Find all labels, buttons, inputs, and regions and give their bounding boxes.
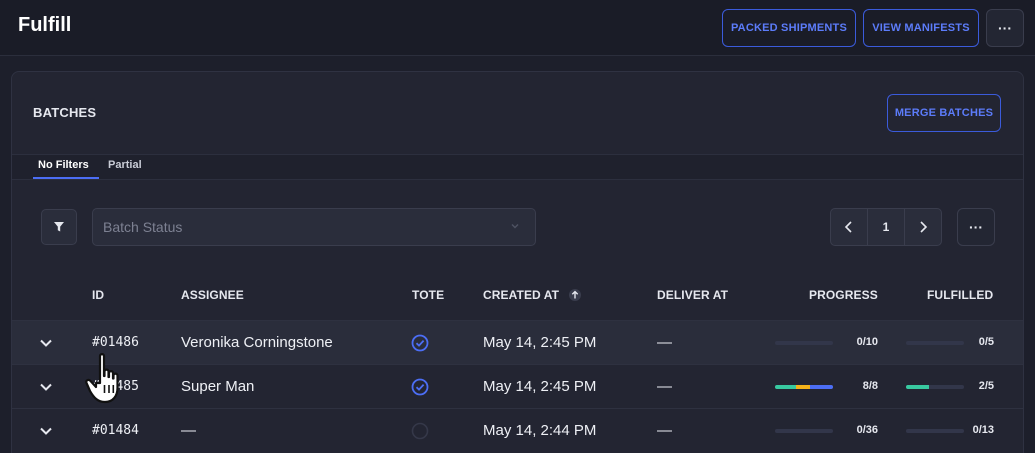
deliver-at: — bbox=[657, 378, 672, 395]
tote-empty-icon bbox=[411, 422, 429, 445]
filter-tabs: No Filters Partial bbox=[12, 154, 1023, 180]
batch-status-select[interactable]: Batch Status bbox=[92, 208, 536, 246]
deliver-at: — bbox=[657, 334, 672, 351]
col-fulfilled[interactable]: FULFILLED bbox=[927, 288, 993, 302]
progress-segment bbox=[809, 385, 833, 389]
more-icon: ··· bbox=[998, 20, 1012, 36]
expand-row-icon[interactable] bbox=[38, 335, 54, 356]
table-row[interactable]: #01486 Veronika Corningstone May 14, 2:4… bbox=[12, 320, 1023, 364]
expand-row-icon[interactable] bbox=[38, 379, 54, 400]
col-created-at[interactable]: CREATED AT bbox=[483, 288, 582, 302]
tab-no-filters[interactable]: No Filters bbox=[38, 159, 89, 171]
chevron-left-icon bbox=[845, 221, 852, 233]
merge-batches-button[interactable]: MERGE BATCHES bbox=[887, 94, 1001, 132]
fulfilled-fill bbox=[906, 385, 930, 389]
header-more-button[interactable]: ··· bbox=[986, 9, 1024, 47]
prev-page-button[interactable] bbox=[831, 209, 867, 245]
more-icon: ··· bbox=[969, 219, 983, 235]
col-progress[interactable]: PROGRESS bbox=[809, 288, 878, 302]
col-deliver-at[interactable]: DELIVER AT bbox=[657, 288, 728, 302]
batches-card: BATCHES MERGE BATCHES No Filters Partial… bbox=[11, 71, 1024, 453]
progress-segment bbox=[796, 385, 810, 389]
progress-bar bbox=[775, 385, 833, 389]
filter-icon bbox=[54, 222, 64, 232]
top-bar: Fulfill PACKED SHIPMENTS VIEW MANIFESTS … bbox=[0, 0, 1035, 56]
table-header: ID ASSIGNEE TOTE CREATED AT DELIVER AT P… bbox=[12, 278, 1023, 320]
sort-ascending-icon bbox=[568, 289, 581, 301]
chevron-down-icon bbox=[509, 220, 521, 235]
col-id[interactable]: ID bbox=[92, 288, 104, 302]
assignee-name: Veronika Corningstone bbox=[181, 334, 333, 351]
col-created-at-label: CREATED AT bbox=[483, 288, 560, 302]
chevron-right-icon bbox=[920, 221, 927, 233]
page-title: Fulfill bbox=[18, 14, 72, 36]
tab-partial[interactable]: Partial bbox=[108, 159, 142, 171]
table-row[interactable]: #01484 — May 14, 2:44 PM — 0/36 0/13 bbox=[12, 408, 1023, 452]
filter-button[interactable] bbox=[41, 209, 77, 245]
active-tab-indicator bbox=[33, 177, 99, 179]
deliver-at: — bbox=[657, 422, 672, 439]
view-manifests-button[interactable]: VIEW MANIFESTS bbox=[863, 9, 979, 47]
progress-count: 0/36 bbox=[856, 424, 878, 436]
tote-check-icon bbox=[411, 378, 429, 401]
packed-shipments-button[interactable]: PACKED SHIPMENTS bbox=[722, 9, 856, 47]
batch-status-placeholder: Batch Status bbox=[103, 219, 183, 235]
progress-bar bbox=[775, 429, 833, 433]
assignee-name: Super Man bbox=[181, 378, 255, 395]
current-page[interactable]: 1 bbox=[867, 209, 905, 245]
assignee-name: — bbox=[181, 422, 196, 439]
progress-count: 0/10 bbox=[856, 336, 878, 348]
progress-bar bbox=[775, 341, 833, 345]
table-row[interactable]: #01485 Super Man May 14, 2:45 PM — 8/8 2… bbox=[12, 364, 1023, 408]
progress-count: 8/8 bbox=[862, 380, 878, 392]
fulfilled-count: 0/13 bbox=[972, 424, 994, 436]
created-at: May 14, 2:45 PM bbox=[483, 334, 597, 351]
batches-title: BATCHES bbox=[33, 105, 97, 120]
created-at: May 14, 2:44 PM bbox=[483, 422, 597, 439]
batch-id[interactable]: #01484 bbox=[92, 423, 139, 438]
progress-segment bbox=[775, 385, 797, 389]
col-tote[interactable]: TOTE bbox=[412, 288, 444, 302]
col-assignee[interactable]: ASSIGNEE bbox=[181, 288, 244, 302]
next-page-button[interactable] bbox=[905, 209, 941, 245]
tote-check-icon bbox=[411, 334, 429, 357]
expand-row-icon[interactable] bbox=[38, 423, 54, 444]
fulfilled-count: 0/5 bbox=[978, 336, 994, 348]
fulfilled-count: 2/5 bbox=[978, 380, 994, 392]
created-at: May 14, 2:45 PM bbox=[483, 378, 597, 395]
pagination: 1 bbox=[830, 208, 942, 246]
batch-id[interactable]: #01486 bbox=[92, 335, 139, 350]
table-more-button[interactable]: ··· bbox=[957, 208, 995, 246]
hand-pointer-cursor-icon bbox=[84, 352, 134, 413]
